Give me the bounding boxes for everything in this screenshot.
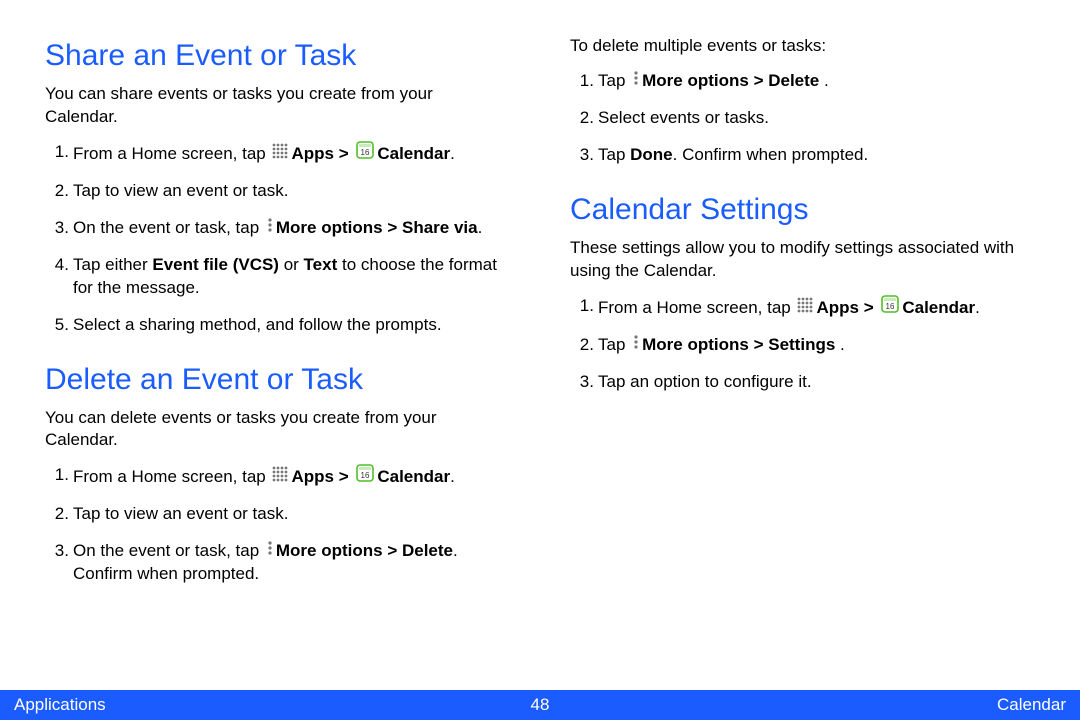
calendar-label: Calendar — [377, 467, 450, 486]
share-intro: You can share events or tasks you create… — [45, 83, 510, 129]
text: . Confirm when prompted. — [673, 145, 869, 164]
text: . — [478, 218, 483, 237]
right-column: To delete multiple events or tasks: Tap … — [570, 35, 1035, 600]
text: From a Home screen, tap — [598, 298, 795, 317]
text: . — [450, 467, 455, 486]
settings-step-1: From a Home screen, tap Apps > 16 Calenda… — [598, 295, 1035, 320]
text: On the event or task, tap — [73, 541, 264, 560]
delete-intro: You can delete events or tasks you creat… — [45, 407, 510, 453]
apps-label: Apps > — [291, 467, 353, 486]
bold: Done — [630, 145, 673, 164]
share-step-4: Tap either Event file (VCS) or Text to c… — [73, 254, 510, 300]
two-column-layout: Share an Event or Task You can share eve… — [45, 35, 1035, 600]
text: Tap — [598, 335, 630, 354]
settings-step-2: Tap More options > Settings . — [598, 334, 1035, 357]
text: . — [975, 298, 980, 317]
footer-chapter: Calendar — [997, 695, 1066, 715]
calendar-icon: 16 — [356, 464, 374, 482]
page-footer: Applications 48 Calendar — [0, 690, 1080, 720]
apps-grid-icon — [272, 143, 288, 159]
share-step-5: Select a sharing method, and follow the … — [73, 314, 510, 337]
delete-step-1: From a Home screen, tap Apps > 16 Calenda… — [73, 464, 510, 489]
heading-calendar-settings: Calendar Settings — [570, 193, 1035, 227]
multi-step-3: Tap Done. Confirm when prompted. — [598, 144, 1035, 167]
heading-share-event: Share an Event or Task — [45, 39, 510, 73]
bold: Event file (VCS) — [152, 255, 279, 274]
multi-step-1: Tap More options > Delete . — [598, 70, 1035, 93]
share-step-1: From a Home screen, tap Apps > 16 Calenda… — [73, 141, 510, 166]
apps-grid-icon — [272, 466, 288, 482]
more-options-label: More options > Delete — [276, 541, 453, 560]
more-options-label: More options > Settings — [642, 335, 840, 354]
manual-page: Share an Event or Task You can share eve… — [0, 0, 1080, 720]
multi-step-2: Select events or tasks. — [598, 107, 1035, 130]
text: . — [824, 71, 829, 90]
apps-label: Apps > — [291, 144, 353, 163]
text: . — [450, 144, 455, 163]
text: From a Home screen, tap — [73, 144, 270, 163]
text: or — [279, 255, 304, 274]
apps-grid-icon — [797, 297, 813, 313]
settings-intro: These settings allow you to modify setti… — [570, 237, 1035, 283]
delete-steps: From a Home screen, tap Apps > 16 Calenda… — [45, 464, 510, 586]
more-options-icon — [266, 217, 274, 233]
share-step-2: Tap to view an event or task. — [73, 180, 510, 203]
calendar-icon: 16 — [356, 141, 374, 159]
calendar-icon: 16 — [881, 295, 899, 313]
footer-section: Applications — [14, 695, 106, 715]
heading-delete-event: Delete an Event or Task — [45, 363, 510, 397]
calendar-label: Calendar — [377, 144, 450, 163]
svg-text:16: 16 — [886, 302, 895, 311]
svg-text:16: 16 — [361, 148, 370, 157]
text: Tap either — [73, 255, 152, 274]
footer-page-number: 48 — [531, 695, 550, 715]
more-options-icon — [632, 70, 640, 86]
delete-step-3: On the event or task, tap More options >… — [73, 540, 510, 586]
text: Tap — [598, 71, 630, 90]
more-options-label: More options > Delete — [642, 71, 824, 90]
share-steps: From a Home screen, tap Apps > 16 Calenda… — [45, 141, 510, 337]
text: . — [840, 335, 845, 354]
text: Tap — [598, 145, 630, 164]
delete-multiple-steps: Tap More options > Delete . Select event… — [570, 70, 1035, 167]
apps-label: Apps > — [816, 298, 878, 317]
delete-step-2: Tap to view an event or task. — [73, 503, 510, 526]
settings-step-3: Tap an option to configure it. — [598, 371, 1035, 394]
more-options-label: More options > Share via — [276, 218, 478, 237]
svg-text:16: 16 — [361, 471, 370, 480]
more-options-icon — [266, 540, 274, 556]
delete-multiple-lead: To delete multiple events or tasks: — [570, 35, 1035, 58]
more-options-icon — [632, 334, 640, 350]
settings-steps: From a Home screen, tap Apps > 16 Calenda… — [570, 295, 1035, 394]
bold: Text — [304, 255, 338, 274]
calendar-label: Calendar — [902, 298, 975, 317]
share-step-3: On the event or task, tap More options >… — [73, 217, 510, 240]
left-column: Share an Event or Task You can share eve… — [45, 35, 510, 600]
text: From a Home screen, tap — [73, 467, 270, 486]
text: On the event or task, tap — [73, 218, 264, 237]
